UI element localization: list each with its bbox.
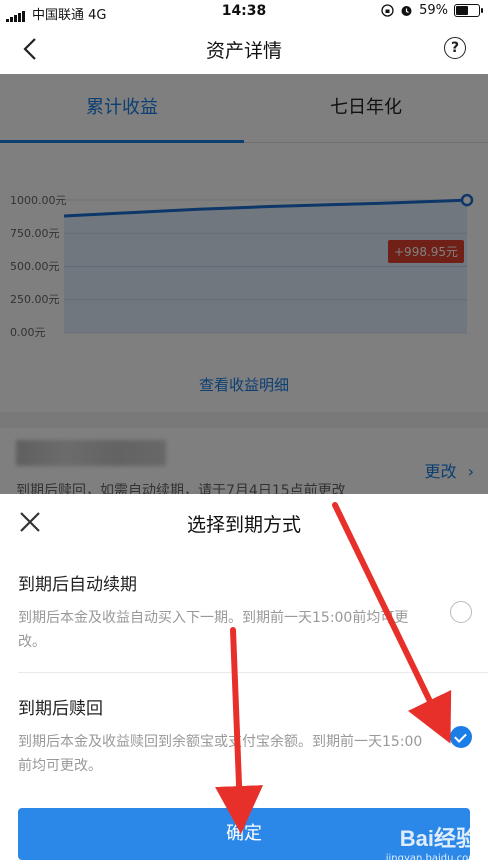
battery-icon <box>454 4 483 17</box>
sheet-title: 选择到期方式 <box>186 514 301 536</box>
option-divider <box>18 672 488 673</box>
page-title: 资产详情 <box>205 40 282 62</box>
maturity-method-sheet: 选择到期方式 到期后自动续期 到期后本金及收益自动买入下一期。到期前一天15:0… <box>0 494 488 868</box>
status-bar: 中国联通 4G 14:38 59% <box>0 0 488 24</box>
orientation-lock-icon <box>381 4 394 17</box>
radio-redeem-checked[interactable] <box>450 726 472 748</box>
radio-auto-renew[interactable] <box>450 601 472 623</box>
baidu-jingyan-watermark: Bai经验 jingyan.baidu.com <box>386 821 478 864</box>
modal-backdrop[interactable] <box>0 74 488 494</box>
watermark-logo: Bai经验 <box>399 826 478 851</box>
nav-bar: 资产详情 ? <box>0 24 488 74</box>
option-redeem-desc: 到期后本金及收益赎回到余额宝或支付宝余额。到期前一天15:00前均可更改。 <box>18 734 423 774</box>
option-auto-renew-title[interactable]: 到期后自动续期 <box>18 570 137 595</box>
option-auto-renew-desc: 到期后本金及收益自动买入下一期。到期前一天15:00前均可更改。 <box>18 610 409 650</box>
option-redeem-title[interactable]: 到期后赎回 <box>18 694 103 719</box>
watermark-url: jingyan.baidu.com <box>385 853 478 864</box>
battery-percent: 59% <box>419 3 448 18</box>
battery-fill <box>456 6 468 15</box>
alarm-icon <box>401 6 412 16</box>
help-icon[interactable]: ? <box>444 37 466 59</box>
